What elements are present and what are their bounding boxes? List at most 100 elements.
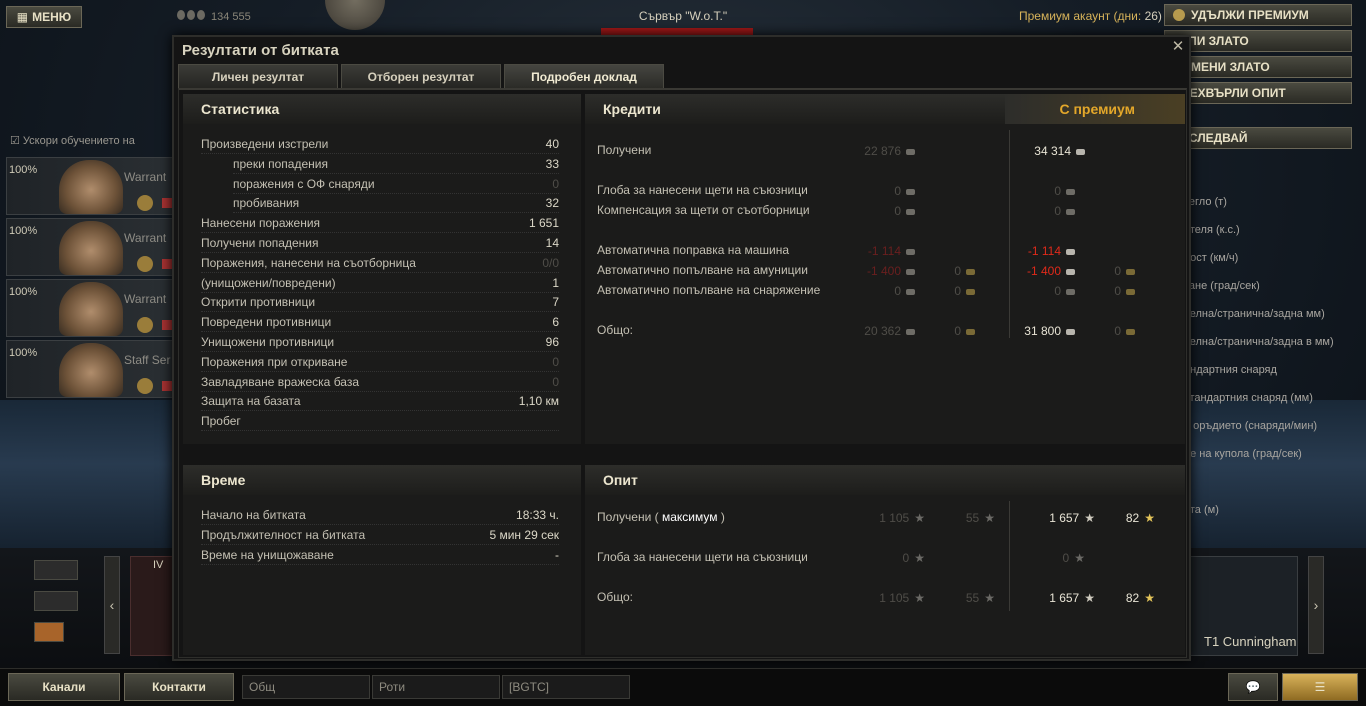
stat-value: 40 (545, 137, 559, 151)
credits-icon (1066, 329, 1075, 335)
bottom-bar: Канали Контакти Общ Роти [BGTC] 💬 ☰ (0, 668, 1366, 706)
stat-label: Защита на базата (201, 394, 301, 409)
stat-row: Произведени изстрели 40 (201, 136, 559, 154)
stat-value: 33 (545, 156, 559, 171)
stat-value: 6 (552, 315, 559, 330)
xp-star-icon: ★ (914, 511, 925, 525)
close-icon[interactable]: ✕ (1171, 39, 1185, 54)
tab-detailed[interactable]: Подробен доклад (504, 64, 664, 88)
carousel-left-arrow[interactable]: ‹ (104, 556, 120, 654)
tab-personal[interactable]: Личен резултат (178, 64, 338, 88)
credits-row: Глоба за нанесени щети на съюзници (597, 183, 808, 197)
stat-value: 0 (552, 354, 559, 369)
chat-channel-common[interactable]: Общ (242, 675, 370, 699)
channels-button[interactable]: Канали (8, 673, 120, 701)
stat-row: Пробег (201, 413, 559, 432)
gold-icon (1126, 329, 1135, 335)
stat-value: 32 (545, 196, 559, 211)
notifications-icon[interactable]: ☰ (1282, 673, 1358, 701)
stats-section: Статистика Произведени изстрели 40 преки п… (183, 94, 581, 444)
rank-badge-icon (137, 256, 153, 272)
tank-stat-label: стандартния снаряд (мм) (1184, 392, 1313, 404)
stat-label: (унищожени/повредени) (201, 275, 336, 290)
crew-member[interactable]: 100% Staff Ser (6, 340, 174, 398)
tank-stat-label: челна/странична/задна мм) (1184, 308, 1325, 320)
xp-row: Глоба за нанесени щети на съюзници (597, 550, 808, 564)
buy-gold-button[interactable]: КУПИ ЗЛАТО (1164, 30, 1352, 52)
contacts-button[interactable]: Контакти (124, 673, 234, 701)
tank-card[interactable]: IV (130, 556, 174, 656)
menu-icon: ▦ (16, 10, 29, 24)
crew-member[interactable]: 100% Warrant (6, 218, 174, 276)
menu-button[interactable]: ▦ МЕНЮ (6, 6, 82, 28)
stat-label: Унищожени противници (201, 335, 335, 349)
chat-channel-clan[interactable]: [BGTC] (502, 675, 630, 699)
dialog-body: Статистика Произведени изстрели 40 преки п… (178, 88, 1187, 658)
crew-portrait (59, 282, 123, 336)
credits-icon (906, 269, 915, 275)
free-xp-star-icon: ★ (984, 591, 995, 605)
stat-value: 1 (552, 275, 559, 290)
time-row: Време на унищожаване - (201, 547, 559, 565)
stat-label: Поражения, нанесени на съотборница (201, 255, 416, 270)
credits-received-premium: 34 314 (1005, 144, 1085, 158)
tank-stat-label: челна/странична/задна в мм) (1184, 336, 1334, 348)
xp-star-icon: ★ (914, 551, 925, 565)
stat-label: Пробег (201, 414, 241, 429)
rank-badge-icon (137, 317, 153, 333)
carousel-right-arrow[interactable]: › (1308, 556, 1324, 654)
section-title: Статистика (183, 94, 581, 124)
credits-icon (906, 329, 915, 335)
stat-label: Нанесени поражения (201, 216, 321, 231)
xp-star-icon: ★ (1074, 551, 1085, 565)
stat-value: 1 651 (528, 216, 559, 231)
xp-section: Опит Получени ( максимум ) 1 105 ★ 55 ★ 1 … (585, 465, 1185, 655)
crew-portrait (59, 221, 123, 275)
stat-label: преки попадения (233, 156, 328, 171)
gold-icon (966, 269, 975, 275)
credits-received-base: 22 876 (835, 144, 915, 158)
stat-value: 0 (552, 176, 559, 191)
crew-member[interactable]: 100% Warrant (6, 279, 174, 337)
time-section: Време Начало на битката 18:33 ч. Продължи… (183, 465, 581, 655)
research-button[interactable]: ИЗСЛЕДВАЙ (1164, 127, 1352, 149)
transfer-xp-button[interactable]: ПРЕХВЪРЛИ ОПИТ (1164, 82, 1352, 104)
stat-label: Открити противници (201, 295, 316, 310)
credits-icon (1066, 269, 1075, 275)
stat-row: пробивания 32 (233, 195, 559, 214)
xp-star-icon: ★ (914, 591, 925, 605)
rank-badge-icon (137, 378, 153, 394)
tank-stat-label: рост (км/ч) (1184, 252, 1239, 264)
stat-row: Открити противници 7 (201, 294, 559, 313)
nation-flag-icon (162, 320, 172, 330)
type-filter-dropdown[interactable] (34, 591, 78, 611)
stat-label: Получени попадения (201, 236, 319, 250)
nation-filter-dropdown[interactable] (34, 560, 78, 580)
stat-label: Завладяване вражеска база (201, 374, 360, 389)
credits-icon (1066, 249, 1075, 255)
stat-row: Унищожени противници 96 (201, 334, 559, 352)
server-label: Сървър "W.o.T." (638, 9, 728, 23)
chat-channel-companies[interactable]: Роти (372, 675, 500, 699)
stat-row: Защита на базата 1,10 км (201, 393, 559, 412)
chat-icon[interactable]: 💬 (1228, 673, 1278, 701)
section-title: Време (183, 465, 581, 495)
credits-icon (906, 189, 915, 195)
stat-row: Поражения, нанесени на съотборница 0/0 (201, 255, 559, 273)
stat-label: Поражения при откриване (201, 354, 348, 369)
credits-icon (906, 149, 915, 155)
credits-row: Получени (597, 143, 652, 157)
stat-row: поражения с ОФ снаряди 0 (233, 176, 559, 194)
stat-row: Нанесени поражения 1 651 (201, 215, 559, 234)
nation-flag-icon (162, 198, 172, 208)
premium-icon (1173, 9, 1185, 21)
stat-label: Повредени противници (201, 315, 332, 330)
ammo-filter-icon[interactable] (34, 622, 64, 642)
gold-icon (966, 329, 975, 335)
crew-member[interactable]: 100% Warrant (6, 157, 174, 215)
tab-team[interactable]: Отборен резултат (341, 64, 501, 88)
exchange-gold-button[interactable]: ОБМЕНИ ЗЛАТО (1164, 56, 1352, 78)
tank-stat-label: а оръдието (снаряди/мин) (1184, 420, 1318, 432)
accelerate-training-checkbox[interactable]: ☑ Ускори обучението на (10, 134, 135, 147)
extend-premium-button[interactable]: УДЪЛЖИ ПРЕМИУМ (1164, 4, 1352, 26)
